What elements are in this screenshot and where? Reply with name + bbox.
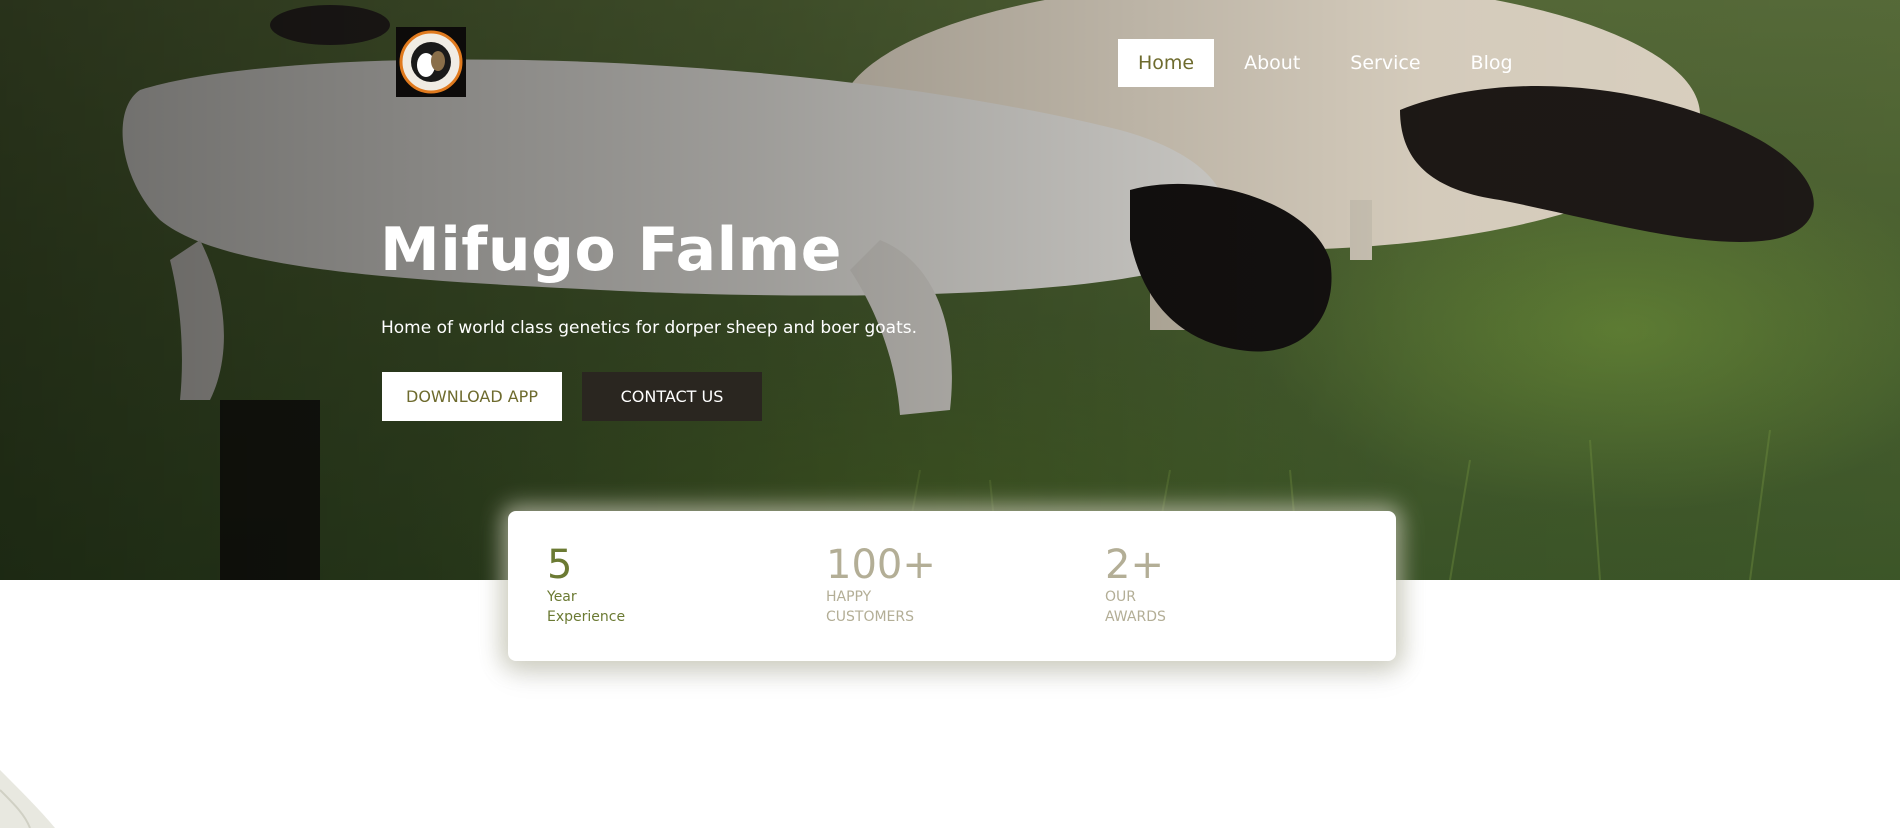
stat-value: 100+ (826, 542, 936, 588)
hero-section (0, 0, 1900, 580)
hero-subtitle: Home of world class genetics for dorper … (381, 318, 918, 338)
stat-value: 5 (547, 542, 573, 588)
stats-card: 5 Year Experience 100+ HAPPY CUSTOMERS 2… (508, 511, 1396, 661)
stat-awards: 2+ OUR AWARDS (1105, 543, 1166, 627)
stat-label-line2: CUSTOMERS (826, 609, 915, 625)
stat-value: 2+ (1105, 542, 1164, 588)
hero-title: Mifugo Falme (380, 215, 842, 285)
download-app-button[interactable]: DOWNLOAD APP (382, 372, 562, 421)
stat-customers: 100+ HAPPY CUSTOMERS (826, 543, 936, 627)
nav-item-home[interactable]: Home (1118, 39, 1215, 87)
stat-label-line1: OUR (1105, 589, 1136, 605)
stat-label-line2: AWARDS (1105, 609, 1166, 625)
stat-label-line1: Year (547, 589, 577, 605)
contact-us-button[interactable]: CONTACT US (582, 372, 762, 421)
main-nav: Home About Service Blog (1118, 39, 1543, 87)
logo-icon[interactable] (396, 27, 466, 97)
stat-label-line1: HAPPY (826, 589, 872, 605)
stat-label-line2: Experience (547, 609, 626, 625)
decorative-leaf-icon (0, 770, 55, 828)
stat-experience: 5 Year Experience (547, 543, 625, 627)
nav-item-service[interactable]: Service (1330, 39, 1440, 87)
hero-overlay (0, 0, 1900, 580)
nav-item-blog[interactable]: Blog (1451, 39, 1533, 87)
nav-item-about[interactable]: About (1224, 39, 1320, 87)
